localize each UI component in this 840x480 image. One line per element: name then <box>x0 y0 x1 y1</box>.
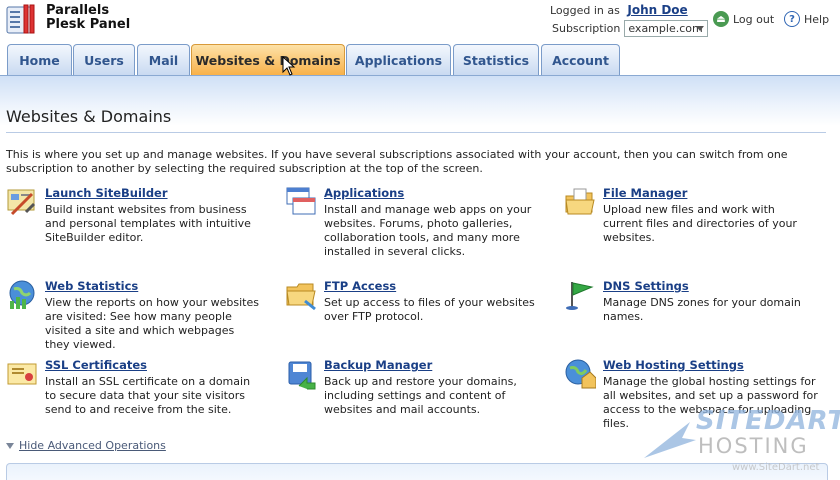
applications-link[interactable]: Applications <box>324 186 404 200</box>
ftp-folder-icon[interactable] <box>285 279 317 311</box>
ssl-certificates-link[interactable]: SSL Certificates <box>45 358 147 372</box>
mouse-cursor-icon <box>282 56 296 76</box>
web-hosting-settings-link[interactable]: Web Hosting Settings <box>603 358 744 372</box>
web-hosting-globe-icon[interactable] <box>564 358 596 390</box>
watermark-line3: www.SiteDart.net <box>732 462 820 473</box>
tab-mail[interactable]: Mail <box>137 44 190 75</box>
backup-manager-link[interactable]: Backup Manager <box>324 358 432 372</box>
app-name-line2: Plesk Panel <box>46 17 131 32</box>
web-statistics-icon[interactable] <box>6 279 38 311</box>
page-intro: This is where you set up and manage webs… <box>6 148 788 175</box>
plesk-logo-icon <box>6 4 35 34</box>
launch-sitebuilder-link[interactable]: Launch SiteBuilder <box>45 186 168 200</box>
chevron-down-icon <box>696 26 705 31</box>
tab-home[interactable]: Home <box>7 44 72 75</box>
tab-account[interactable]: Account <box>541 44 620 75</box>
sitebuilder-icon[interactable] <box>6 186 38 218</box>
subscription-label: Subscription <box>552 22 621 35</box>
file-manager-desc: Upload new files and work with current f… <box>603 203 797 244</box>
user-name-link[interactable]: John Doe <box>627 3 687 17</box>
ftp-access-link[interactable]: FTP Access <box>324 279 396 293</box>
watermark-line2: HOSTING <box>698 434 809 458</box>
sitedart-watermark: SITEDART HOSTING www.SiteDart.net <box>642 406 840 478</box>
logout-label: Log out <box>733 12 775 26</box>
logout-link[interactable]: ⏏ Log out <box>713 11 774 27</box>
title-divider <box>6 132 826 133</box>
backup-manager-icon[interactable] <box>285 358 317 390</box>
app-name-line1: Parallels <box>46 3 110 18</box>
logged-in-label: Logged in as <box>550 4 620 17</box>
file-manager-link[interactable]: File Manager <box>603 186 687 200</box>
tab-statistics[interactable]: Statistics <box>453 44 539 75</box>
app-name: Parallels Plesk Panel <box>46 4 130 32</box>
hide-advanced-label: Hide Advanced Operations <box>19 439 166 452</box>
dns-settings-link[interactable]: DNS Settings <box>603 279 689 293</box>
watermark-arrow-icon <box>644 422 696 458</box>
web-statistics-link[interactable]: Web Statistics <box>45 279 138 293</box>
backup-manager-desc: Back up and restore your domains, includ… <box>324 375 517 416</box>
dns-flag-icon[interactable] <box>564 279 596 311</box>
login-info: Logged in as John Doe <box>550 3 688 17</box>
ssl-certificate-icon[interactable] <box>6 358 38 390</box>
collapse-triangle-icon <box>6 442 14 449</box>
help-link[interactable]: ? Help <box>784 11 829 27</box>
file-manager-icon[interactable] <box>564 186 596 218</box>
logout-icon: ⏏ <box>713 11 729 27</box>
help-label: Help <box>804 12 830 26</box>
watermark-line1: SITEDART <box>696 406 840 436</box>
dns-settings-desc: Manage DNS zones for your domain names. <box>603 296 801 323</box>
tab-websites-domains[interactable]: Websites & Domains <box>191 44 345 75</box>
ssl-certificates-desc: Install an SSL certificate on a domain t… <box>45 375 251 416</box>
header: Parallels Plesk Panel Logged in as John … <box>0 0 840 44</box>
applications-icon[interactable] <box>285 186 317 218</box>
page-title: Websites & Domains <box>6 107 172 126</box>
help-icon: ? <box>784 11 800 27</box>
web-statistics-desc: View the reports on how your websites ar… <box>45 296 259 351</box>
ftp-access-desc: Set up access to files of your websites … <box>324 296 535 323</box>
launch-sitebuilder-desc: Build instant websites from business and… <box>45 203 251 244</box>
applications-desc: Install and manage web apps on your webs… <box>324 203 532 258</box>
subscription-select[interactable]: example.com <box>624 20 709 37</box>
tab-users[interactable]: Users <box>73 44 135 75</box>
main-content: Websites & Domains This is where you set… <box>0 76 840 480</box>
main-tabs: Home Users Mail Websites & Domains Appli… <box>0 44 840 76</box>
subscription-row: Subscription example.com <box>552 20 709 37</box>
hide-advanced-operations-link[interactable]: Hide Advanced Operations <box>6 439 166 452</box>
subscription-value: example.com <box>628 22 703 35</box>
tab-applications[interactable]: Applications <box>346 44 451 75</box>
